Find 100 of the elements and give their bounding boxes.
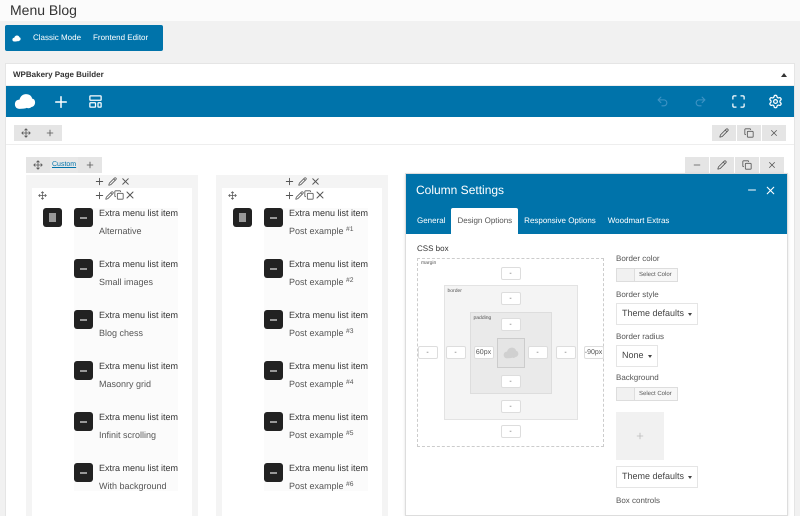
pencil-icon <box>719 128 729 138</box>
element-subtitle: Masonry grid <box>99 379 152 389</box>
element-subtitle: Post example $^{#2}$ <box>289 277 355 287</box>
edit-button[interactable] <box>712 125 736 141</box>
add-button[interactable] <box>78 157 102 173</box>
field-label: Box controls <box>616 495 662 507</box>
element-icon <box>74 310 93 329</box>
panel-title: WPBakery Page Builder <box>13 68 104 80</box>
move-icon[interactable] <box>228 190 237 200</box>
element-icon <box>74 259 93 278</box>
element-icon <box>74 463 93 482</box>
layout-icon[interactable] <box>88 94 103 109</box>
close-icon[interactable] <box>314 189 326 201</box>
edit-icon[interactable] <box>105 190 114 200</box>
collapse-icon[interactable] <box>781 72 787 76</box>
edit-icon[interactable] <box>295 190 304 200</box>
element-subtitle: Alternative <box>99 226 143 236</box>
move-icon[interactable] <box>38 190 47 200</box>
field-label: Background <box>616 372 660 384</box>
element-title: Extra menu list item <box>99 208 178 218</box>
element-icon <box>264 463 283 482</box>
add-icon[interactable] <box>284 176 294 187</box>
add-icon[interactable] <box>94 190 105 200</box>
dialog-tab[interactable]: General <box>411 208 452 234</box>
element-title: Extra menu list item <box>99 361 178 371</box>
element-subtitle: Post example $^{#6}$ <box>289 481 355 491</box>
copy-button[interactable] <box>735 157 759 173</box>
element-icon <box>264 361 283 380</box>
caret-icon <box>648 354 652 358</box>
element-subtitle: With background <box>99 481 168 491</box>
fullscreen-icon[interactable] <box>731 94 746 109</box>
close-icon[interactable] <box>124 189 136 201</box>
edit-icon[interactable] <box>298 177 306 186</box>
element-icon <box>43 208 62 227</box>
field-label: Border style <box>616 289 660 301</box>
element-title: Extra menu list item <box>99 259 178 269</box>
copy-icon[interactable] <box>114 190 124 200</box>
add-icon[interactable] <box>94 176 104 187</box>
pencil-icon <box>717 160 727 170</box>
element-subtitle: Post example $^{#4}$ <box>289 379 355 389</box>
dialog-tab[interactable]: Design Options <box>451 208 518 234</box>
element-subtitle: Small images <box>99 277 154 287</box>
mode-button[interactable]: Frontend Editor <box>93 32 148 44</box>
element-icon <box>74 361 93 380</box>
element-title: Extra menu list item <box>289 361 368 371</box>
caret-icon <box>688 312 692 316</box>
select-dropdown[interactable]: None <box>616 345 658 367</box>
close-icon[interactable] <box>310 176 320 187</box>
element-title: Extra menu list item <box>289 412 368 422</box>
edit-button[interactable] <box>710 157 734 173</box>
copy-button[interactable] <box>737 125 761 141</box>
close-icon <box>769 128 779 138</box>
close-button[interactable] <box>760 157 784 173</box>
element-icon <box>74 208 93 227</box>
copy-icon <box>742 160 752 170</box>
settings-icon[interactable] <box>768 94 783 109</box>
select-dropdown[interactable]: Theme defaults <box>616 303 698 325</box>
dialog-tab[interactable]: Responsive Options <box>518 208 602 234</box>
edit-icon[interactable] <box>108 177 116 186</box>
element-icon <box>264 259 283 278</box>
plus-icon <box>635 431 645 441</box>
add-icon[interactable] <box>284 190 295 200</box>
field-label: Border radius <box>616 331 666 343</box>
element-icon <box>74 412 93 431</box>
close-button[interactable] <box>762 125 786 141</box>
element-subtitle: Blog chess <box>99 328 144 338</box>
element-icon <box>233 208 252 227</box>
page-title: Menu Blog <box>10 1 78 19</box>
element-title: Extra menu list item <box>289 463 368 473</box>
move-button[interactable] <box>26 157 50 173</box>
close-icon <box>767 160 777 170</box>
element-icon <box>264 208 283 227</box>
element-icon <box>264 310 283 329</box>
element-title: Extra menu list item <box>289 208 368 218</box>
select-dropdown[interactable]: Theme defaults <box>616 466 698 488</box>
element-subtitle: Post example $^{#1}$ <box>289 226 355 236</box>
dialog-title: Column Settings <box>416 182 504 199</box>
copy-icon <box>744 128 754 138</box>
element-title: Extra menu list item <box>289 310 368 320</box>
cloud-logo-icon <box>12 34 21 42</box>
element-title: Extra menu list item <box>99 463 178 473</box>
element-subtitle: Post example $^{#3}$ <box>289 328 355 338</box>
element-icon <box>264 412 283 431</box>
copy-icon[interactable] <box>304 190 314 200</box>
element-subtitle: Post example $^{#5}$ <box>289 430 355 440</box>
move-button[interactable] <box>14 125 38 141</box>
close-icon[interactable] <box>764 184 777 196</box>
element-subtitle: Infinit scrolling <box>99 430 158 440</box>
move-icon <box>33 160 43 170</box>
close-icon[interactable] <box>120 176 130 187</box>
cloud-logo-icon <box>14 93 36 110</box>
mode-button[interactable]: Classic Mode <box>33 32 82 44</box>
move-icon <box>21 128 31 138</box>
element-title: Extra menu list item <box>289 259 368 269</box>
element-title: Extra menu list item <box>99 310 178 320</box>
element-title: Extra menu list item <box>99 412 178 422</box>
dialog-tab[interactable]: Woodmart Extras <box>602 208 676 234</box>
add-button[interactable] <box>38 125 62 141</box>
plus-icon <box>85 160 96 170</box>
plus-icon <box>45 128 55 138</box>
